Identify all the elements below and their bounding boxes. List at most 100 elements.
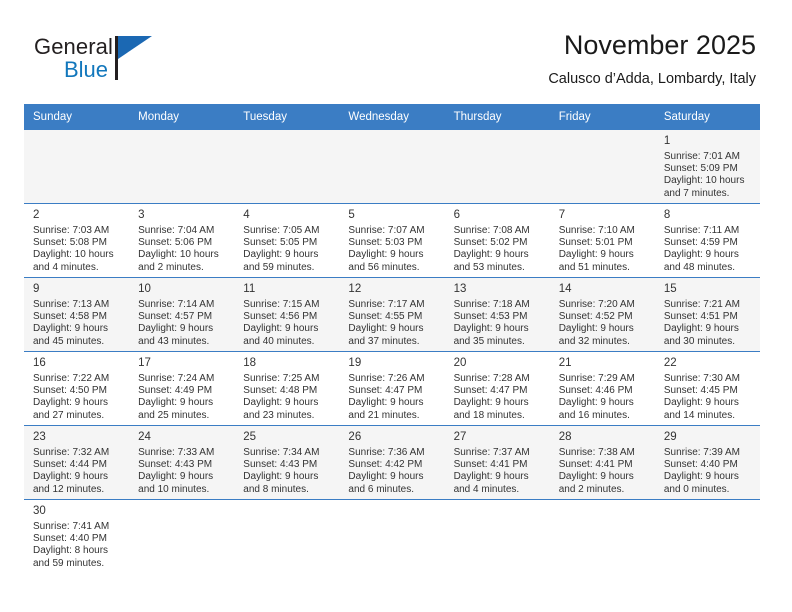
calendar-day-cell[interactable]: 21 Sunrise: 7:29 AM Sunset: 4:46 PM Dayli… — [549, 351, 655, 426]
day-number: 22 — [663, 357, 677, 369]
calendar-day-cell[interactable]: 20 Sunrise: 7:28 AM Sunset: 4:47 PM Dayli… — [444, 351, 550, 426]
day-cell-content: 9 Sunrise: 7:13 AM Sunset: 4:58 PM Daylig… — [24, 278, 129, 348]
day-number: 16 — [33, 357, 46, 369]
calendar-day-cell[interactable]: 25 Sunrise: 7:34 AM Sunset: 4:43 PM Dayli… — [234, 425, 340, 500]
calendar-day-cell[interactable]: 11 Sunrise: 7:15 AM Sunset: 4:56 PM Dayli… — [234, 277, 340, 352]
calendar-day-cell[interactable]: 4 Sunrise: 7:05 AM Sunset: 5:05 PM Daylig… — [234, 203, 340, 278]
calendar-day-cell[interactable]: 2 Sunrise: 7:03 AM Sunset: 5:08 PM Daylig… — [24, 203, 130, 278]
calendar-cell-empty — [129, 499, 235, 574]
day-cell-content: 12 Sunrise: 7:17 AM Sunset: 4:55 PM Dayli… — [339, 278, 444, 348]
day-number: 29 — [663, 431, 677, 443]
calendar-cell-empty — [129, 129, 235, 204]
calendar-day-cell[interactable]: 15 Sunrise: 7:21 AM Sunset: 4:51 PM Dayli… — [654, 277, 760, 352]
logo-text-blue: Blue — [64, 57, 109, 82]
day-number: 28 — [558, 431, 572, 443]
calendar-day-cell[interactable]: 9 Sunrise: 7:13 AM Sunset: 4:58 PM Daylig… — [24, 277, 130, 352]
calendar-week-row: 23 Sunrise: 7:32 AM Sunset: 4:44 PM Dayli… — [24, 425, 760, 500]
day-number: 20 — [453, 357, 467, 369]
calendar-day-cell[interactable]: 26 Sunrise: 7:36 AM Sunset: 4:42 PM Dayli… — [339, 425, 445, 500]
weekday-header-wednesday: Wednesday — [339, 104, 445, 130]
calendar-day-cell[interactable]: 5 Sunrise: 7:07 AM Sunset: 5:03 PM Daylig… — [339, 203, 445, 278]
day-sun-info: Sunrise: 7:07 AM Sunset: 5:03 PM Dayligh… — [348, 225, 425, 273]
calendar-cell-empty — [339, 499, 445, 574]
calendar-cell-empty — [24, 129, 130, 204]
day-sun-info: Sunrise: 7:05 AM Sunset: 5:05 PM Dayligh… — [243, 225, 320, 273]
day-number: 21 — [558, 357, 572, 369]
day-number: 11 — [243, 283, 256, 295]
day-sun-info: Sunrise: 7:17 AM Sunset: 4:55 PM Dayligh… — [348, 299, 425, 347]
day-number: 18 — [243, 357, 257, 369]
calendar-day-cell[interactable]: 13 Sunrise: 7:18 AM Sunset: 4:53 PM Dayli… — [444, 277, 550, 352]
page-header: General Blue November 2025 Calusco d’Add… — [24, 28, 756, 100]
day-cell-content: 1 Sunrise: 7:01 AM Sunset: 5:09 PM Daylig… — [655, 130, 760, 200]
day-cell-content: 19 Sunrise: 7:26 AM Sunset: 4:47 PM Dayli… — [339, 352, 444, 422]
calendar-page: General Blue November 2025 Calusco d’Add… — [0, 0, 792, 612]
general-blue-logo[interactable]: General Blue — [34, 34, 174, 94]
day-cell-content: 10 Sunrise: 7:14 AM Sunset: 4:57 PM Dayli… — [129, 278, 234, 348]
calendar-day-cell[interactable]: 14 Sunrise: 7:20 AM Sunset: 4:52 PM Dayli… — [549, 277, 655, 352]
day-sun-info: Sunrise: 7:37 AM Sunset: 4:41 PM Dayligh… — [453, 447, 530, 495]
calendar-day-cell[interactable]: 19 Sunrise: 7:26 AM Sunset: 4:47 PM Dayli… — [339, 351, 445, 426]
calendar-week-row: 2 Sunrise: 7:03 AM Sunset: 5:08 PM Daylig… — [24, 203, 760, 278]
calendar-day-cell[interactable]: 10 Sunrise: 7:14 AM Sunset: 4:57 PM Dayli… — [129, 277, 235, 352]
day-number: 26 — [348, 431, 362, 443]
title-block: November 2025 Calusco d’Adda, Lombardy, … — [548, 28, 756, 90]
calendar-week-row: 16 Sunrise: 7:22 AM Sunset: 4:50 PM Dayli… — [24, 351, 760, 426]
calendar-day-cell[interactable]: 22 Sunrise: 7:30 AM Sunset: 4:45 PM Dayli… — [654, 351, 760, 426]
day-sun-info: Sunrise: 7:14 AM Sunset: 4:57 PM Dayligh… — [138, 299, 215, 347]
day-number: 17 — [138, 357, 151, 369]
calendar-day-cell[interactable]: 30 Sunrise: 7:41 AM Sunset: 4:40 PM Dayli… — [24, 499, 130, 574]
day-sun-info: Sunrise: 7:25 AM Sunset: 4:48 PM Dayligh… — [243, 373, 320, 421]
calendar-cell-empty — [234, 129, 340, 204]
calendar-day-cell[interactable]: 27 Sunrise: 7:37 AM Sunset: 4:41 PM Dayli… — [444, 425, 550, 500]
calendar-day-cell[interactable]: 1 Sunrise: 7:01 AM Sunset: 5:09 PM Daylig… — [654, 129, 760, 204]
calendar-day-cell[interactable]: 8 Sunrise: 7:11 AM Sunset: 4:59 PM Daylig… — [654, 203, 760, 278]
day-sun-info: Sunrise: 7:39 AM Sunset: 4:40 PM Dayligh… — [663, 447, 740, 495]
day-sun-info: Sunrise: 7:13 AM Sunset: 4:58 PM Dayligh… — [33, 299, 110, 347]
weekday-header-saturday: Saturday — [654, 104, 760, 130]
calendar-day-cell[interactable]: 28 Sunrise: 7:38 AM Sunset: 4:41 PM Dayli… — [549, 425, 655, 500]
day-sun-info: Sunrise: 7:26 AM Sunset: 4:47 PM Dayligh… — [348, 373, 425, 421]
day-sun-info: Sunrise: 7:29 AM Sunset: 4:46 PM Dayligh… — [558, 373, 635, 421]
calendar-day-cell[interactable]: 3 Sunrise: 7:04 AM Sunset: 5:06 PM Daylig… — [129, 203, 235, 278]
day-sun-info: Sunrise: 7:32 AM Sunset: 4:44 PM Dayligh… — [33, 447, 110, 495]
day-number: 15 — [663, 283, 677, 295]
day-sun-info: Sunrise: 7:41 AM Sunset: 4:40 PM Dayligh… — [33, 521, 110, 569]
calendar-day-cell[interactable]: 12 Sunrise: 7:17 AM Sunset: 4:55 PM Dayli… — [339, 277, 445, 352]
calendar-day-cell[interactable]: 7 Sunrise: 7:10 AM Sunset: 5:01 PM Daylig… — [549, 203, 655, 278]
calendar-cell-empty — [234, 499, 340, 574]
day-cell-content: 8 Sunrise: 7:11 AM Sunset: 4:59 PM Daylig… — [655, 204, 760, 274]
day-number: 23 — [33, 431, 46, 443]
calendar-day-cell[interactable]: 6 Sunrise: 7:08 AM Sunset: 5:02 PM Daylig… — [444, 203, 550, 278]
calendar-cell-empty — [654, 499, 760, 574]
calendar-day-cell[interactable]: 24 Sunrise: 7:33 AM Sunset: 4:43 PM Dayli… — [129, 425, 235, 500]
day-cell-content: 5 Sunrise: 7:07 AM Sunset: 5:03 PM Daylig… — [339, 204, 444, 274]
calendar-day-cell[interactable]: 29 Sunrise: 7:39 AM Sunset: 4:40 PM Dayli… — [654, 425, 760, 500]
calendar-week-row: 1 Sunrise: 7:01 AM Sunset: 5:09 PM Daylig… — [24, 129, 760, 204]
day-cell-content: 23 Sunrise: 7:32 AM Sunset: 4:44 PM Dayli… — [24, 426, 129, 496]
calendar-day-cell[interactable]: 23 Sunrise: 7:32 AM Sunset: 4:44 PM Dayli… — [24, 425, 130, 500]
day-cell-content: 14 Sunrise: 7:20 AM Sunset: 4:52 PM Dayli… — [550, 278, 655, 348]
day-number: 2 — [33, 209, 40, 221]
day-sun-info: Sunrise: 7:08 AM Sunset: 5:02 PM Dayligh… — [453, 225, 530, 273]
day-cell-content: 27 Sunrise: 7:37 AM Sunset: 4:41 PM Dayli… — [445, 426, 550, 496]
day-cell-content: 22 Sunrise: 7:30 AM Sunset: 4:45 PM Dayli… — [655, 352, 760, 422]
weekday-header-thursday: Thursday — [444, 104, 550, 130]
calendar-day-cell[interactable]: 16 Sunrise: 7:22 AM Sunset: 4:50 PM Dayli… — [24, 351, 130, 426]
day-sun-info: Sunrise: 7:11 AM Sunset: 4:59 PM Dayligh… — [663, 225, 740, 273]
day-number: 8 — [663, 209, 671, 221]
day-cell-content: 2 Sunrise: 7:03 AM Sunset: 5:08 PM Daylig… — [24, 204, 129, 274]
day-cell-content: 18 Sunrise: 7:25 AM Sunset: 4:48 PM Dayli… — [234, 352, 339, 422]
day-sun-info: Sunrise: 7:36 AM Sunset: 4:42 PM Dayligh… — [348, 447, 425, 495]
day-number: 5 — [348, 209, 355, 221]
calendar-day-cell[interactable]: 17 Sunrise: 7:24 AM Sunset: 4:49 PM Dayli… — [129, 351, 235, 426]
calendar-cell-empty — [444, 499, 550, 574]
day-sun-info: Sunrise: 7:15 AM Sunset: 4:56 PM Dayligh… — [243, 299, 320, 347]
calendar-cell-empty — [549, 499, 655, 574]
day-number: 30 — [33, 505, 46, 517]
day-sun-info: Sunrise: 7:38 AM Sunset: 4:41 PM Dayligh… — [558, 447, 635, 495]
calendar-day-cell[interactable]: 18 Sunrise: 7:25 AM Sunset: 4:48 PM Dayli… — [234, 351, 340, 426]
day-sun-info: Sunrise: 7:28 AM Sunset: 4:47 PM Dayligh… — [453, 373, 530, 421]
day-number: 3 — [138, 209, 145, 221]
day-cell-content: 15 Sunrise: 7:21 AM Sunset: 4:51 PM Dayli… — [655, 278, 760, 348]
